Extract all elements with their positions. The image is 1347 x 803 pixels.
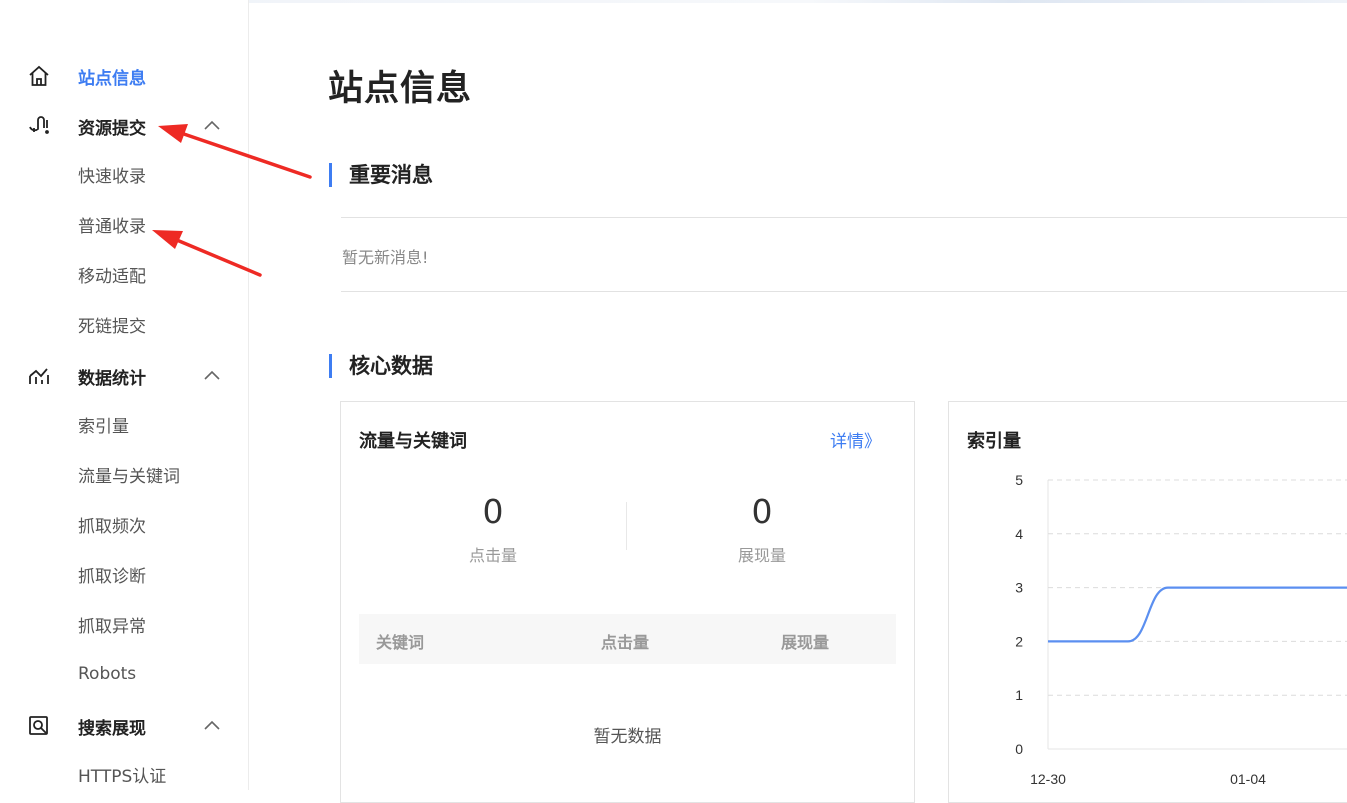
sidebar: 站点信息 资源提交 快速收录 普通收录 移动适配 死链提交 数据统计 索引量 流… xyxy=(0,0,249,790)
divider xyxy=(341,217,1347,218)
sidebar-item-label: 抓取诊断 xyxy=(78,566,146,587)
card-title: 流量与关键词 xyxy=(359,431,467,452)
y-tick-label: 1 xyxy=(1015,687,1023,703)
column-header-impressions: 展现量 xyxy=(781,633,830,652)
empty-message: 暂无新消息! xyxy=(342,248,429,267)
sidebar-item-label: 数据统计 xyxy=(78,368,146,389)
sidebar-item-deadlink-submit[interactable]: 死链提交 xyxy=(0,306,248,342)
sidebar-item-normal-index[interactable]: 普通收录 xyxy=(0,206,248,242)
series-line xyxy=(1048,586,1347,643)
clicks-label: 点击量 xyxy=(468,546,517,565)
sidebar-item-https-cert[interactable]: HTTPS认证 xyxy=(0,756,248,792)
column-header-keyword: 关键词 xyxy=(376,633,425,652)
clicks-value: 0 xyxy=(482,492,504,531)
section-title-important: 重要消息 xyxy=(329,163,433,187)
chevron-up-icon[interactable] xyxy=(203,717,221,735)
sidebar-item-fast-index[interactable]: 快速收录 xyxy=(0,156,248,192)
index-volume-chart: 0 1 2 3 4 5 12-30 01-04 xyxy=(1015,472,1347,787)
search-display-icon xyxy=(26,713,52,739)
keyword-table-header: 关键词 点击量 展现量 xyxy=(359,614,896,664)
sidebar-item-label: 流量与关键词 xyxy=(78,466,180,487)
sidebar-item-label: 资源提交 xyxy=(78,118,146,139)
details-link[interactable]: 详情》 xyxy=(830,427,881,452)
x-tick-label: 12-30 xyxy=(1030,771,1066,787)
sidebar-item-label: 抓取频次 xyxy=(78,516,146,537)
column-header-clicks: 点击量 xyxy=(601,633,650,652)
sidebar-item-index-volume[interactable]: 索引量 xyxy=(0,406,248,442)
x-tick-label: 01-04 xyxy=(1230,771,1266,787)
sidebar-item-label: 抓取异常 xyxy=(78,616,146,637)
sidebar-group-data-stats[interactable]: 数据统计 xyxy=(0,358,248,394)
chevron-up-icon[interactable] xyxy=(203,117,221,135)
sidebar-item-traffic-keywords[interactable]: 流量与关键词 xyxy=(0,456,248,492)
sidebar-item-label: 移动适配 xyxy=(78,266,146,287)
sidebar-item-crawl-errors[interactable]: 抓取异常 xyxy=(0,606,248,642)
sidebar-item-label: 搜索展现 xyxy=(78,718,146,739)
sidebar-item-label: HTTPS认证 xyxy=(78,766,167,787)
traffic-keywords-card: 流量与关键词 详情》 0 点击量 0 展现量 关键词 点击量 展现量 暂无数据 xyxy=(340,401,915,803)
sidebar-item-site-info[interactable]: 站点信息 xyxy=(0,58,248,94)
stats-icon xyxy=(26,363,52,389)
impressions-label: 展现量 xyxy=(737,546,786,565)
sidebar-item-crawl-frequency[interactable]: 抓取频次 xyxy=(0,506,248,542)
sidebar-group-resource-submit[interactable]: 资源提交 xyxy=(0,108,248,144)
y-tick-label: 0 xyxy=(1015,741,1023,757)
section-title-core-data: 核心数据 xyxy=(329,354,433,378)
sidebar-item-robots[interactable]: Robots xyxy=(0,656,248,692)
home-icon xyxy=(26,63,52,89)
page-title: 站点信息 xyxy=(328,69,473,109)
sidebar-item-label: 普通收录 xyxy=(78,216,146,237)
y-tick-label: 4 xyxy=(1015,526,1023,542)
sidebar-group-search-display[interactable]: 搜索展现 xyxy=(0,708,248,744)
impressions-value: 0 xyxy=(751,492,773,531)
sidebar-item-label: 快速收录 xyxy=(78,166,146,187)
sidebar-item-label: Robots xyxy=(78,664,137,684)
impressions-metric: 0 展现量 xyxy=(628,492,896,566)
sidebar-item-label: 站点信息 xyxy=(78,68,146,89)
divider xyxy=(341,291,1347,292)
main-content: 站点信息 重要消息 暂无新消息! 核心数据 流量与关键词 详情》 0 点击量 0… xyxy=(249,0,1347,803)
sidebar-item-mobile-adapt[interactable]: 移动适配 xyxy=(0,256,248,292)
clicks-metric: 0 点击量 xyxy=(359,492,627,566)
y-tick-label: 3 xyxy=(1015,580,1023,596)
empty-table-text: 暂无数据 xyxy=(593,727,662,747)
y-tick-label: 2 xyxy=(1015,633,1023,649)
submit-icon xyxy=(26,113,52,139)
chevron-up-icon[interactable] xyxy=(203,367,221,385)
metric-divider xyxy=(626,502,627,550)
sidebar-item-crawl-diagnosis[interactable]: 抓取诊断 xyxy=(0,556,248,592)
index-volume-card: 索引量 0 1 2 3 4 5 12-30 01-04 xyxy=(948,401,1347,803)
sidebar-item-label: 死链提交 xyxy=(78,316,146,337)
sidebar-item-label: 索引量 xyxy=(78,416,129,437)
y-tick-label: 5 xyxy=(1015,472,1023,488)
